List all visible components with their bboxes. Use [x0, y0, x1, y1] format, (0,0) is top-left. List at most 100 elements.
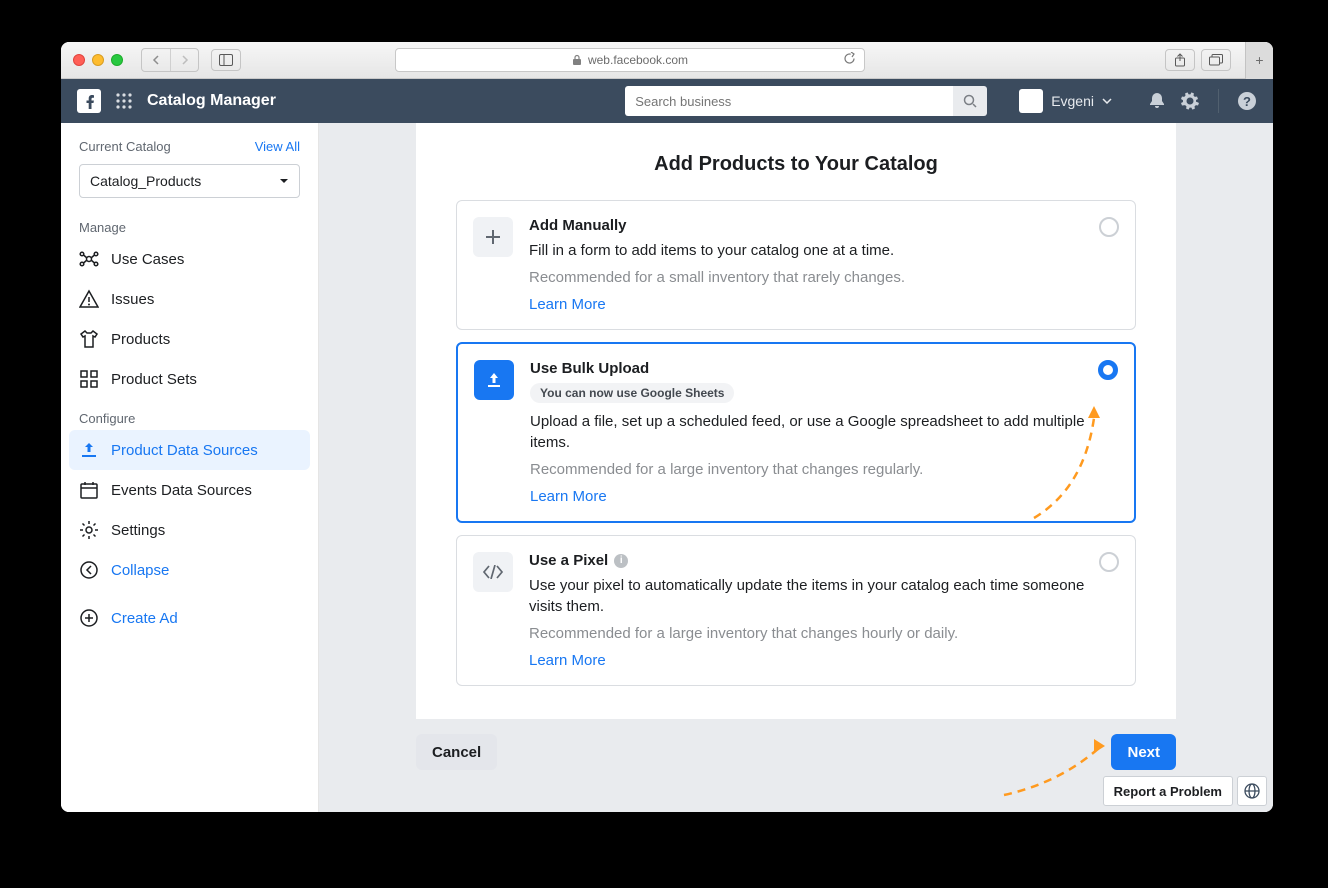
page-title: Add Products to Your Catalog	[456, 153, 1136, 176]
option-recommendation: Recommended for a large inventory that c…	[530, 461, 1118, 478]
create-ad-button[interactable]: Create Ad	[69, 598, 310, 638]
main-column: Add Products to Your Catalog Add Manuall…	[319, 123, 1273, 812]
option-title: Use Bulk Upload	[530, 360, 1118, 377]
current-catalog-label: Current Catalog	[79, 139, 171, 154]
browser-nav	[141, 48, 199, 72]
minimize-window-icon[interactable]	[92, 54, 104, 66]
corner-controls: Report a Problem	[1103, 776, 1267, 806]
upload-icon	[79, 440, 99, 460]
notifications-icon[interactable]	[1148, 91, 1166, 111]
sidebar-item-issues[interactable]: Issues	[69, 279, 310, 319]
globe-button[interactable]	[1237, 776, 1267, 806]
plus-icon	[473, 217, 513, 257]
user-menu[interactable]: Evgeni	[1019, 89, 1112, 113]
sidebar: Current Catalog View All Catalog_Product…	[61, 123, 319, 812]
maximize-window-icon[interactable]	[111, 54, 123, 66]
option-description: Use your pixel to automatically update t…	[529, 575, 1119, 617]
plus-circle-icon	[79, 608, 99, 628]
app-title: Catalog Manager	[147, 92, 276, 110]
settings-icon[interactable]	[1180, 91, 1200, 111]
forward-button[interactable]	[170, 49, 198, 71]
sidebar-item-use-cases[interactable]: Use Cases	[69, 239, 310, 279]
user-name: Evgeni	[1051, 93, 1094, 109]
search-button[interactable]	[953, 86, 987, 116]
sidebar-item-label: Use Cases	[111, 251, 184, 268]
app-navbar: Catalog Manager Evgeni ?	[61, 79, 1273, 123]
option-title: Add Manually	[529, 217, 1119, 234]
app-grid-icon[interactable]	[115, 92, 133, 110]
learn-more-link[interactable]: Learn More	[529, 652, 606, 669]
sidebar-item-label: Events Data Sources	[111, 482, 252, 499]
option-add-manually[interactable]: Add Manually Fill in a form to add items…	[456, 200, 1136, 330]
window-controls	[73, 54, 123, 66]
url-bar[interactable]: web.facebook.com	[395, 48, 865, 72]
browser-chrome: web.facebook.com +	[61, 42, 1273, 79]
user-avatar-icon	[1019, 89, 1043, 113]
catalog-select[interactable]: Catalog_Products	[79, 164, 300, 198]
option-bulk-upload[interactable]: Use Bulk Upload You can now use Google S…	[456, 342, 1136, 523]
close-window-icon[interactable]	[73, 54, 85, 66]
tabs-button[interactable]	[1201, 49, 1231, 71]
svg-text:?: ?	[1243, 94, 1251, 109]
learn-more-link[interactable]: Learn More	[529, 296, 606, 313]
view-all-link[interactable]: View All	[255, 139, 300, 154]
url-host: web.facebook.com	[588, 53, 688, 67]
use-cases-icon	[79, 249, 99, 269]
sidebar-header: Current Catalog View All	[69, 139, 310, 154]
share-button[interactable]	[1165, 49, 1195, 71]
sidebar-item-label: Product Data Sources	[111, 442, 258, 459]
sidebar-item-product-data-sources[interactable]: Product Data Sources	[69, 430, 310, 470]
warning-icon	[79, 289, 99, 309]
sidebar-item-product-sets[interactable]: Product Sets	[69, 359, 310, 399]
sidebar-toggle-button[interactable]	[211, 49, 241, 71]
configure-section-label: Configure	[69, 407, 310, 430]
browser-right-controls	[1165, 49, 1231, 71]
catalog-select-value: Catalog_Products	[90, 173, 201, 189]
option-description: Upload a file, set up a scheduled feed, …	[530, 411, 1118, 453]
info-icon[interactable]: i	[614, 554, 628, 568]
search-container	[625, 86, 987, 116]
facebook-logo[interactable]	[77, 89, 101, 113]
sidebar-item-events-data-sources[interactable]: Events Data Sources	[69, 470, 310, 510]
sidebar-item-label: Settings	[111, 522, 165, 539]
new-tab-button[interactable]: +	[1245, 42, 1273, 79]
option-description: Fill in a form to add items to your cata…	[529, 240, 1119, 261]
back-button[interactable]	[142, 49, 170, 71]
create-ad-label: Create Ad	[111, 610, 178, 627]
chevron-down-icon	[279, 178, 289, 184]
radio-selected[interactable]	[1098, 360, 1118, 380]
collapse-icon	[79, 560, 99, 580]
main-panel: Add Products to Your Catalog Add Manuall…	[416, 123, 1176, 719]
sidebar-item-label: Products	[111, 331, 170, 348]
chevron-down-icon	[1102, 98, 1112, 104]
cancel-button[interactable]: Cancel	[416, 734, 497, 770]
upload-icon	[474, 360, 514, 400]
shirt-icon	[79, 329, 99, 349]
option-recommendation: Recommended for a large inventory that c…	[529, 625, 1119, 642]
next-button[interactable]: Next	[1111, 734, 1176, 770]
sidebar-item-label: Product Sets	[111, 371, 197, 388]
gear-icon	[79, 520, 99, 540]
radio-unselected[interactable]	[1099, 552, 1119, 572]
grid-icon	[79, 369, 99, 389]
lock-icon	[572, 54, 582, 66]
refresh-icon[interactable]	[843, 52, 856, 68]
option-recommendation: Recommended for a small inventory that r…	[529, 269, 1119, 286]
app-body: Current Catalog View All Catalog_Product…	[61, 123, 1273, 812]
sidebar-item-products[interactable]: Products	[69, 319, 310, 359]
search-input[interactable]	[625, 86, 953, 116]
sidebar-item-label: Issues	[111, 291, 154, 308]
option-use-pixel[interactable]: Use a Pixeli Use your pixel to automatic…	[456, 535, 1136, 686]
calendar-icon	[79, 480, 99, 500]
help-icon[interactable]: ?	[1237, 91, 1257, 111]
learn-more-link[interactable]: Learn More	[530, 488, 607, 505]
radio-unselected[interactable]	[1099, 217, 1119, 237]
manage-section-label: Manage	[69, 216, 310, 239]
code-icon	[473, 552, 513, 592]
collapse-label: Collapse	[111, 562, 169, 579]
sidebar-item-settings[interactable]: Settings	[69, 510, 310, 550]
option-badge: You can now use Google Sheets	[530, 383, 734, 403]
collapse-button[interactable]: Collapse	[69, 550, 310, 590]
browser-window: web.facebook.com + Catalog Manager Evgen…	[61, 42, 1273, 812]
report-problem-button[interactable]: Report a Problem	[1103, 776, 1233, 806]
